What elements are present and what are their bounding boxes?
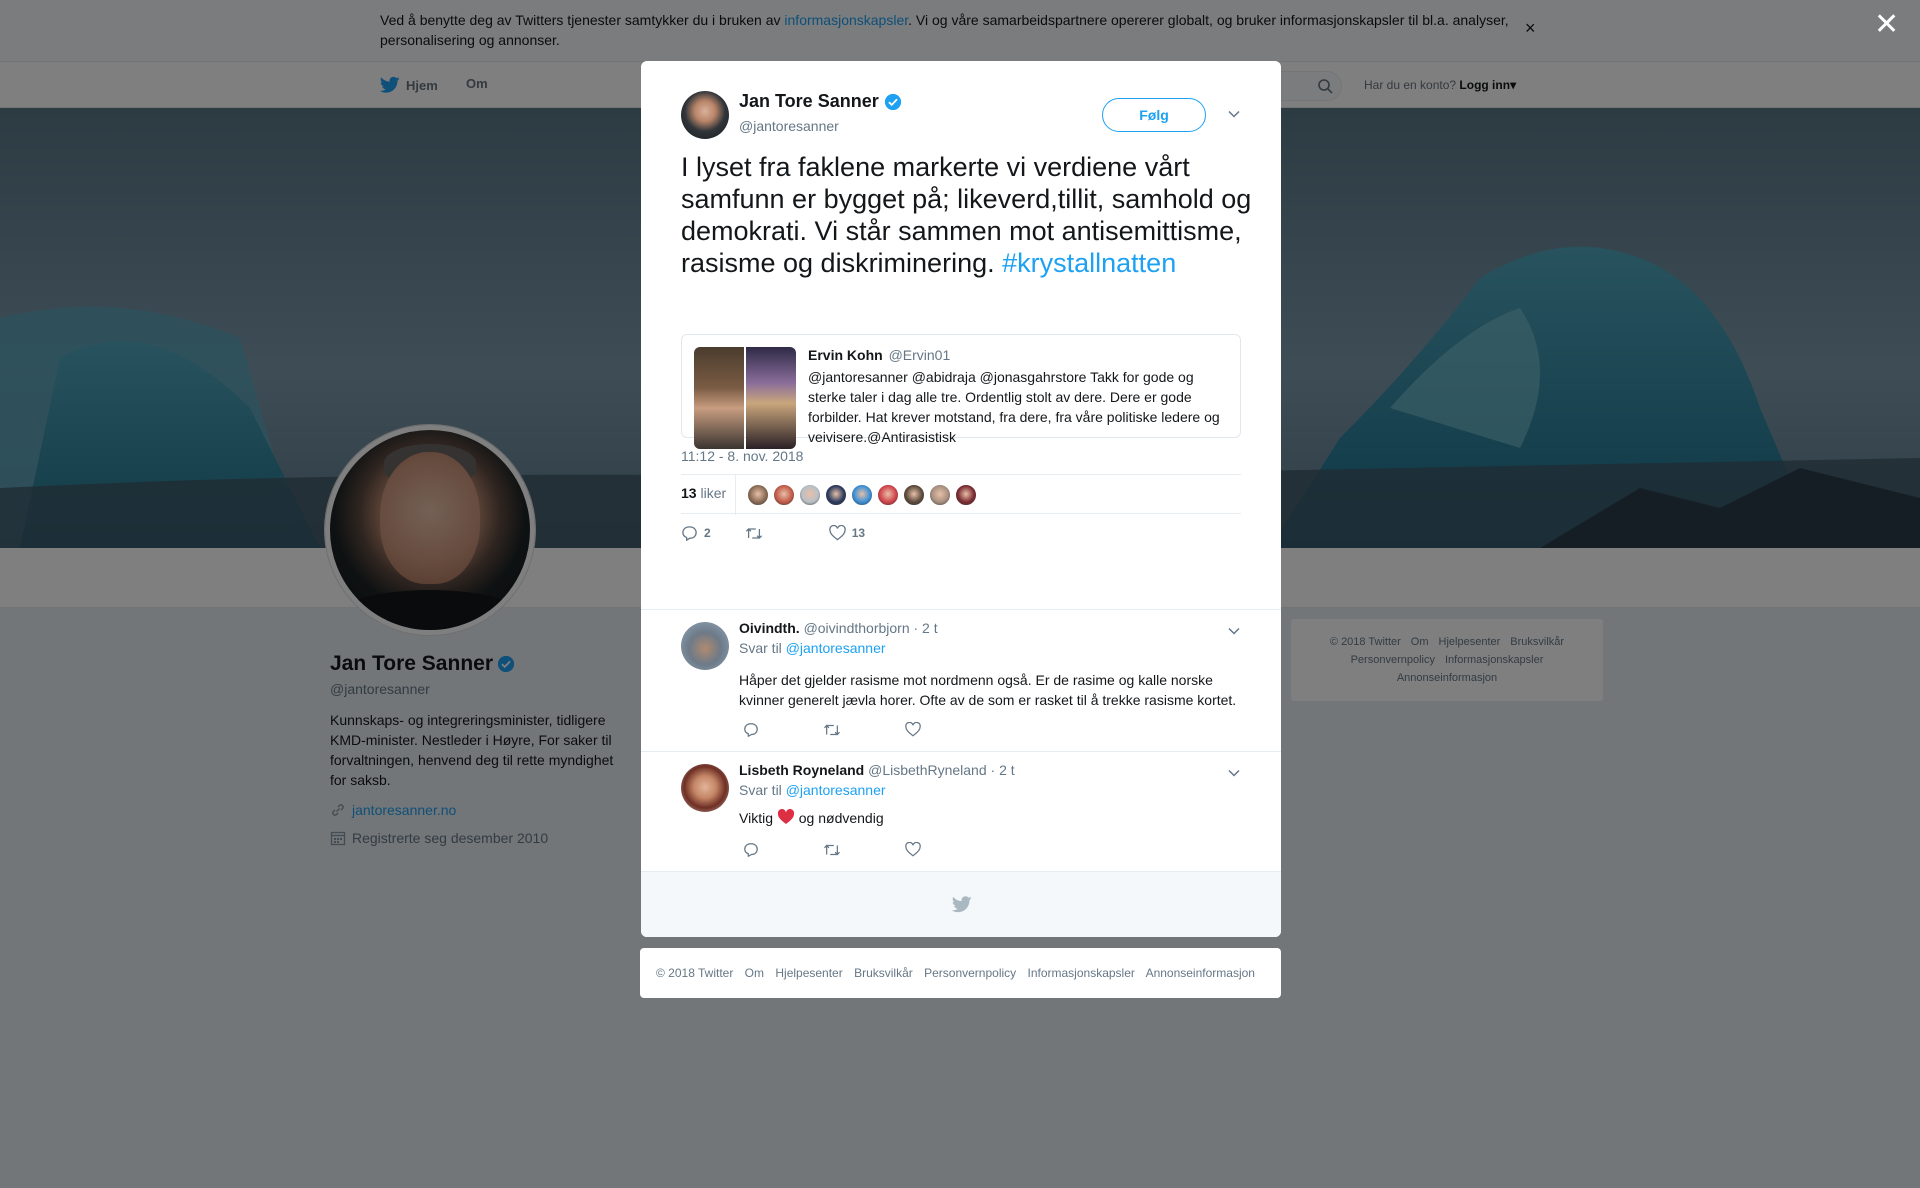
liker-avatar[interactable] bbox=[747, 484, 769, 506]
footer-link[interactable]: Hjelpesenter bbox=[775, 966, 842, 980]
reply-text: Håper det gjelder rasisme mot nordmenn o… bbox=[739, 672, 1237, 708]
reply-text-after: og nødvendig bbox=[794, 810, 884, 826]
verified-badge-icon bbox=[884, 93, 901, 110]
heart-icon[interactable] bbox=[905, 722, 921, 737]
liker-avatar[interactable] bbox=[955, 484, 977, 506]
reply-time[interactable]: · 2 t bbox=[991, 762, 1015, 778]
reply-to-line: Svar til @jantoresanner bbox=[739, 640, 886, 656]
likes-count-label: liker bbox=[700, 485, 727, 501]
bottom-footer: © 2018 Twitter Om Hjelpesenter Bruksvilk… bbox=[640, 948, 1281, 998]
reply-to-line: Svar til @jantoresanner bbox=[739, 782, 886, 798]
retweet-icon bbox=[745, 527, 762, 539]
tweet-modal: Jan Tore Sanner @jantoresanner Følg I ly… bbox=[641, 61, 1281, 937]
heart-icon bbox=[828, 525, 846, 541]
retweet-action[interactable] bbox=[745, 525, 763, 542]
quoted-tweet-text: @jantoresanner @abidraja @jonasgahrstore… bbox=[808, 369, 1220, 445]
reply-author-handle[interactable]: @oivindthorbjorn bbox=[804, 620, 910, 636]
chevron-down-icon[interactable] bbox=[1227, 107, 1241, 121]
footer-link[interactable]: Annonseinformasjon bbox=[1146, 966, 1255, 980]
reply-actions bbox=[743, 842, 921, 858]
reply-icon[interactable] bbox=[743, 842, 759, 858]
reply-text: Viktig og nødvendig bbox=[739, 808, 1239, 828]
reply-actions bbox=[743, 722, 921, 738]
reply-avatar[interactable] bbox=[681, 622, 729, 670]
liker-avatar[interactable] bbox=[929, 484, 951, 506]
liker-avatar[interactable] bbox=[773, 484, 795, 506]
footer-link[interactable]: Informasjonskapsler bbox=[1028, 966, 1135, 980]
reply-icon[interactable] bbox=[743, 722, 759, 738]
twitter-bird-icon bbox=[952, 896, 972, 913]
tweet-author-avatar[interactable] bbox=[681, 91, 729, 139]
quoted-author-name: Ervin Kohn bbox=[808, 347, 883, 363]
reply-text-before: Viktig bbox=[739, 810, 777, 826]
like-action[interactable]: 13 bbox=[828, 525, 866, 541]
likers-avatars bbox=[747, 484, 977, 506]
stats-divider bbox=[735, 475, 736, 515]
heart-icon[interactable] bbox=[905, 842, 921, 857]
tweet-actions: 2 13 bbox=[681, 523, 865, 543]
hashtag-link[interactable]: #krystallnatten bbox=[1002, 248, 1176, 278]
reply-to-mention[interactable]: @jantoresanner bbox=[786, 640, 886, 656]
reply-time[interactable]: · 2 t bbox=[914, 620, 938, 636]
liker-avatar[interactable] bbox=[903, 484, 925, 506]
footer-link[interactable]: Om bbox=[745, 966, 764, 980]
reply-to-prefix: Svar til bbox=[739, 782, 782, 798]
close-icon[interactable]: ✕ bbox=[1874, 10, 1899, 40]
liker-avatar[interactable] bbox=[799, 484, 821, 506]
reply-count: 2 bbox=[704, 526, 711, 540]
footer-link[interactable]: Personvernpolicy bbox=[924, 966, 1016, 980]
liker-avatar[interactable] bbox=[851, 484, 873, 506]
reply-header: Oivindth. @oivindthorbjorn · 2 t bbox=[739, 620, 938, 636]
footer-link[interactable]: © 2018 Twitter bbox=[656, 966, 733, 980]
reply-author-handle[interactable]: @LisbethRyneland bbox=[868, 762, 987, 778]
reply-tweet[interactable]: Oivindth. @oivindthorbjorn · 2 t Svar ti… bbox=[641, 609, 1281, 749]
liker-avatar[interactable] bbox=[877, 484, 899, 506]
reply-author-name[interactable]: Lisbeth Royneland bbox=[739, 762, 864, 778]
retweet-icon[interactable] bbox=[823, 722, 841, 738]
reply-icon bbox=[682, 525, 697, 541]
quoted-photo-2 bbox=[746, 347, 796, 449]
chevron-down-icon[interactable] bbox=[1227, 766, 1241, 780]
tweet-text: I lyset fra faklene markerte vi verdiene… bbox=[681, 151, 1261, 279]
quoted-photo-1 bbox=[694, 347, 744, 449]
reply-action[interactable]: 2 bbox=[681, 525, 711, 542]
reply-avatar[interactable] bbox=[681, 764, 729, 812]
quoted-author: Ervin Kohn @Ervin01 bbox=[808, 347, 950, 363]
tweet-author-handle[interactable]: @jantoresanner bbox=[739, 118, 839, 134]
follow-button[interactable]: Følg bbox=[1102, 98, 1206, 132]
reply-author-name[interactable]: Oivindth. bbox=[739, 620, 800, 636]
reply-tweet[interactable]: Lisbeth Royneland @LisbethRyneland · 2 t… bbox=[641, 751, 1281, 871]
quoted-author-handle: @Ervin01 bbox=[888, 347, 951, 363]
chevron-down-icon[interactable] bbox=[1227, 624, 1241, 638]
reply-to-mention[interactable]: @jantoresanner bbox=[786, 782, 886, 798]
like-count: 13 bbox=[851, 526, 866, 540]
quoted-tweet[interactable]: Ervin Kohn @Ervin01 @jantoresanner @abid… bbox=[681, 334, 1241, 449]
quoted-tweet-image bbox=[694, 347, 796, 449]
retweet-icon[interactable] bbox=[823, 842, 841, 858]
tweet-stats: 13 liker bbox=[681, 474, 1241, 515]
tweet-timestamp[interactable]: 11:12 - 8. nov. 2018 bbox=[681, 448, 803, 464]
likes-count[interactable]: 13 liker bbox=[681, 485, 726, 501]
likes-count-number: 13 bbox=[681, 485, 697, 501]
reply-to-prefix: Svar til bbox=[739, 640, 782, 656]
heart-emoji-icon bbox=[777, 809, 794, 824]
liker-avatar[interactable] bbox=[825, 484, 847, 506]
modal-footer bbox=[641, 871, 1281, 937]
footer-link[interactable]: Bruksvilkår bbox=[854, 966, 913, 980]
tweet-author-name-text[interactable]: Jan Tore Sanner bbox=[739, 91, 879, 112]
tweet-author-name[interactable]: Jan Tore Sanner bbox=[739, 91, 902, 112]
reply-header: Lisbeth Royneland @LisbethRyneland · 2 t bbox=[739, 762, 1015, 778]
